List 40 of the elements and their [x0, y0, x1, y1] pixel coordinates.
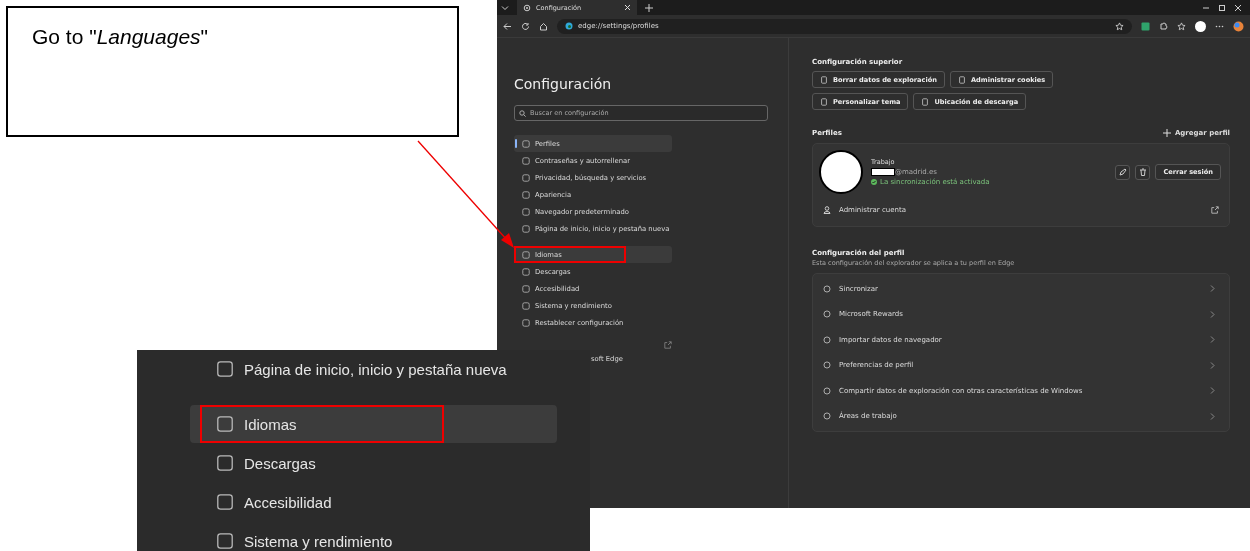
chevron-down-icon[interactable]: [501, 3, 509, 12]
sidebar-item[interactable]: Página de inicio, inicio y pestaña nueva: [190, 350, 557, 388]
favorites-icon[interactable]: [1177, 21, 1186, 31]
chevron-right-icon: [1210, 412, 1215, 420]
refresh-icon[interactable]: [521, 21, 530, 31]
chevron-right-icon: [1210, 310, 1215, 318]
window-icon: [216, 360, 234, 378]
sidebar-item[interactable]: Sistema y rendimiento: [190, 522, 557, 551]
chevron-right-icon: [1210, 387, 1215, 395]
gear-icon: [523, 3, 531, 12]
browser-logo-icon: [565, 22, 573, 30]
search-icon: [519, 109, 526, 117]
sidebar-item[interactable]: Accesibilidad: [190, 483, 557, 521]
puzzle-icon[interactable]: [1159, 21, 1168, 31]
copilot-icon[interactable]: [1233, 20, 1244, 32]
pencil-icon: [1118, 168, 1127, 176]
settings-title: Configuración: [514, 76, 613, 92]
profile-avatar: [819, 150, 863, 194]
star-icon[interactable]: [1115, 21, 1124, 31]
chevron-right-icon: [1210, 285, 1215, 293]
chevron-right-icon: [1210, 336, 1215, 344]
extension-icon[interactable]: [1141, 21, 1150, 31]
check-circle-icon: [871, 179, 877, 185]
back-arrow-icon[interactable]: [503, 21, 512, 31]
plus-icon: [1162, 129, 1171, 137]
delete-button[interactable]: [1135, 164, 1151, 180]
external-link-icon: [1211, 206, 1219, 214]
sidebar-item[interactable]: Descargas: [190, 444, 557, 482]
edit-button[interactable]: [1115, 164, 1131, 180]
redaction-block: [871, 168, 895, 176]
close-icon[interactable]: [624, 4, 631, 11]
external-link-icon[interactable]: [664, 341, 672, 349]
chevron-right-icon: [1210, 361, 1215, 369]
sidebar-item[interactable]: Idiomas: [190, 405, 557, 443]
profile-avatar[interactable]: [1195, 20, 1206, 32]
plus-icon[interactable]: [645, 3, 653, 12]
maximize-icon[interactable]: [1218, 3, 1226, 12]
instruction-text: Go to "Languages": [32, 25, 209, 48]
home-icon[interactable]: [539, 21, 548, 31]
close-icon[interactable]: [1234, 3, 1242, 12]
